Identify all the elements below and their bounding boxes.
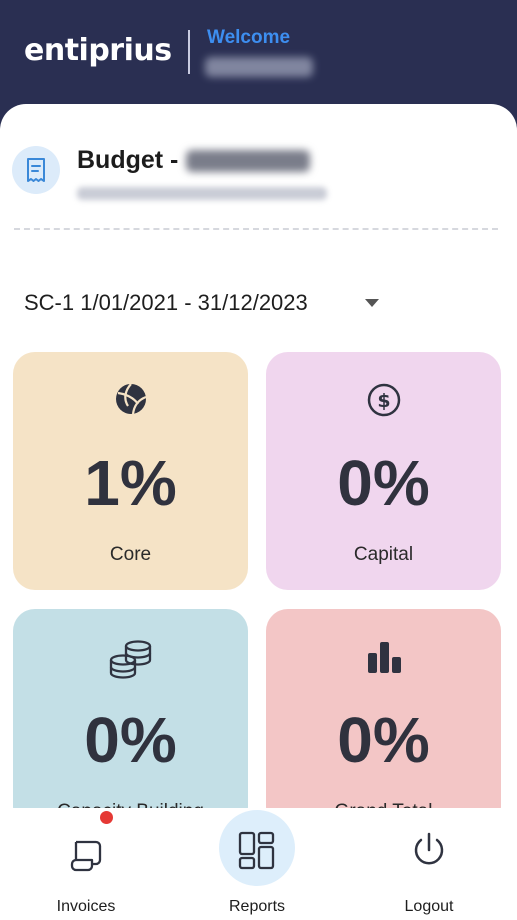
notification-badge: [100, 811, 113, 824]
tile-percent: 0%: [337, 704, 430, 776]
nav-invoices-label: Invoices: [56, 898, 116, 915]
budget-title: Budget -: [77, 146, 179, 174]
tile-grand-total[interactable]: 0% Grand Total: [266, 609, 501, 829]
welcome-label: Welcome: [207, 27, 291, 48]
svg-text:$: $: [377, 390, 390, 412]
dashboard-grid-icon: [235, 828, 279, 872]
section-divider: [14, 228, 498, 230]
power-icon: [409, 828, 449, 872]
tile-percent: 0%: [337, 447, 430, 519]
tile-percent: 0%: [84, 704, 177, 776]
nav-reports-label: Reports: [228, 898, 286, 915]
header-divider: [188, 30, 190, 74]
tile-capital[interactable]: $ 0% Capital: [266, 352, 501, 590]
dropdown-caret-icon[interactable]: [365, 299, 379, 307]
app-logo: entiprius: [24, 33, 172, 68]
dollar-circle-icon: $: [266, 382, 501, 418]
nav-logout[interactable]: Logout: [369, 808, 489, 920]
period-select[interactable]: SC-1 1/01/2021 - 31/12/2023: [24, 290, 308, 316]
invoice-icon: [64, 828, 108, 876]
receipt-icon: [12, 146, 60, 194]
coin-stack-icon: [13, 639, 248, 679]
app-header: entiprius Welcome: [0, 0, 517, 110]
nav-invoices[interactable]: Invoices: [26, 808, 146, 920]
tile-label: Capital: [353, 544, 414, 565]
tile-core[interactable]: 1% Core: [13, 352, 248, 590]
volleyball-icon: [13, 382, 248, 416]
nav-reports[interactable]: Reports: [197, 808, 317, 920]
bottom-nav: Invoices Reports Logout: [0, 808, 517, 920]
tile-capacity-building[interactable]: 0% Capacity Building: [13, 609, 248, 829]
redacted-budget-id: [186, 150, 310, 172]
redacted-user-name: [205, 57, 313, 77]
redacted-budget-subtitle: [77, 187, 327, 200]
tile-label: Core: [109, 544, 152, 565]
tile-percent: 1%: [84, 447, 177, 519]
nav-logout-label: Logout: [404, 898, 454, 915]
bar-chart-icon: [266, 639, 501, 675]
